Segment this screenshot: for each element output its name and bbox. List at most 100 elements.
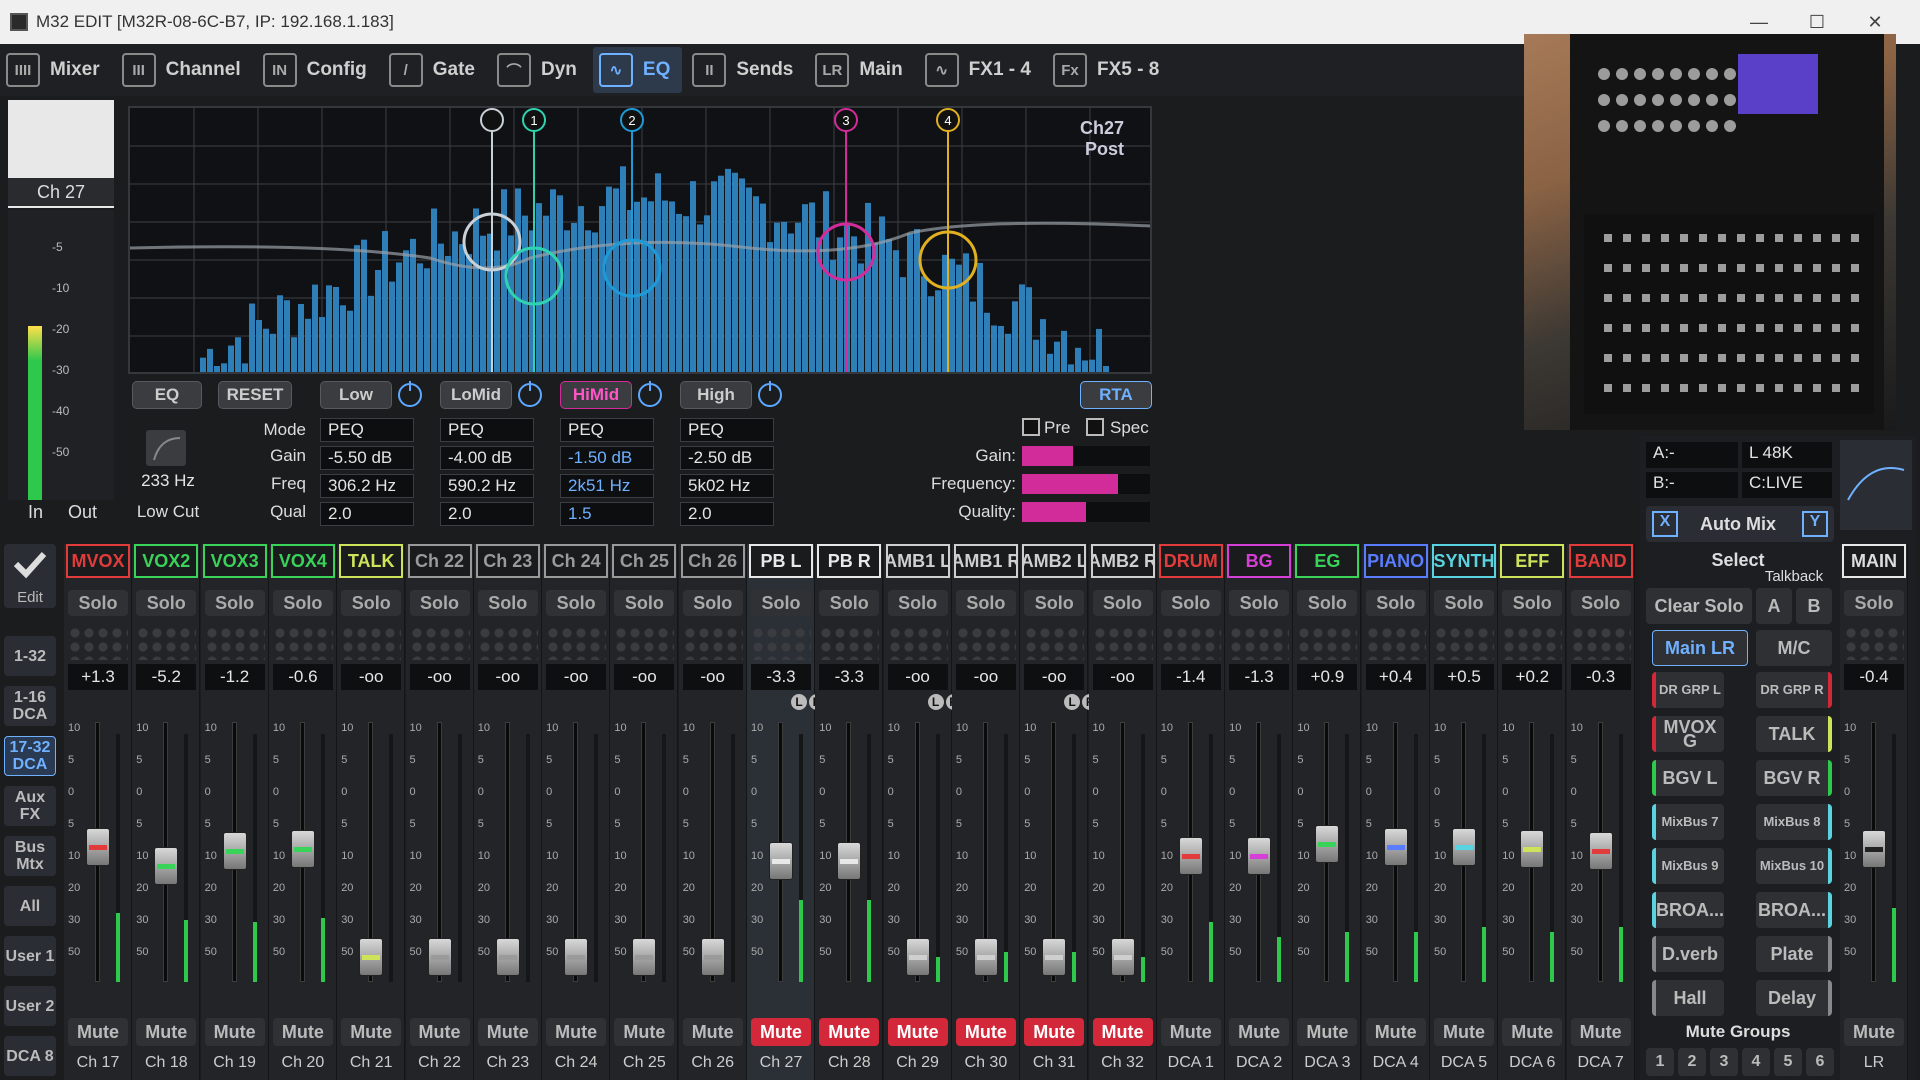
- solo-button[interactable]: Solo: [1160, 590, 1221, 616]
- pre-checkbox[interactable]: [1022, 418, 1040, 436]
- solo-button[interactable]: Solo: [136, 590, 197, 616]
- mute-group-3-button[interactable]: 3: [1710, 1048, 1738, 1076]
- mute-button[interactable]: Mute: [682, 1018, 743, 1046]
- main-name[interactable]: MAIN: [1842, 544, 1906, 578]
- tab-fx5-8[interactable]: Fx FX5 - 8: [1047, 47, 1171, 93]
- bank-aux-fx-button[interactable]: Aux FX: [4, 786, 56, 826]
- tab-sends[interactable]: II Sends: [686, 47, 805, 93]
- bank-17-32-dca-button[interactable]: 17-32 DCA: [4, 736, 56, 776]
- band-lomid-button[interactable]: LoMid: [440, 381, 512, 409]
- band-freq-field[interactable]: 2k51 Hz: [560, 474, 654, 498]
- bank-user-1-button[interactable]: User 1: [4, 936, 56, 976]
- band-power-icon[interactable]: [398, 381, 422, 407]
- mute-button[interactable]: Mute: [1365, 1018, 1426, 1046]
- fader-knob[interactable]: [427, 938, 452, 976]
- fader-knob[interactable]: [973, 938, 998, 976]
- select-talk-button[interactable]: TALK: [1756, 716, 1832, 752]
- strip-name[interactable]: VOX2: [134, 544, 199, 578]
- mute-button[interactable]: Mute: [1092, 1018, 1153, 1046]
- strip-name[interactable]: AMB1 L: [885, 544, 950, 578]
- solo-button[interactable]: Solo: [1297, 590, 1358, 616]
- fader-knob[interactable]: [564, 938, 589, 976]
- strip-name[interactable]: VOX4: [270, 544, 335, 578]
- band-gain-field[interactable]: -5.50 dB: [320, 446, 414, 470]
- low-cut-frequency[interactable]: 233 Hz: [132, 470, 204, 494]
- solo-button[interactable]: Solo: [1502, 590, 1563, 616]
- rta-button[interactable]: RTA: [1080, 381, 1152, 409]
- solo-button[interactable]: Solo: [1229, 590, 1290, 616]
- mute-button[interactable]: Mute: [341, 1018, 402, 1046]
- solo-button[interactable]: Solo: [1365, 590, 1426, 616]
- tab-gate[interactable]: / Gate: [383, 47, 487, 93]
- fader-knob[interactable]: [1247, 837, 1272, 876]
- solo-button[interactable]: Solo: [955, 590, 1016, 616]
- strip-name[interactable]: VOX3: [202, 544, 267, 578]
- strip-name[interactable]: PIANO: [1363, 544, 1428, 578]
- fader-knob[interactable]: [769, 842, 793, 880]
- strip-name[interactable]: AMB2 L: [1022, 544, 1087, 578]
- band-q-field[interactable]: 1.5: [560, 502, 654, 526]
- mute-group-2-button[interactable]: 2: [1678, 1048, 1706, 1076]
- low-cut-toggle[interactable]: [146, 430, 186, 466]
- eq-toggle-button[interactable]: EQ: [132, 381, 202, 409]
- strip-name[interactable]: PB L: [749, 544, 813, 578]
- mute-group-6-button[interactable]: 6: [1806, 1048, 1834, 1076]
- mc-button[interactable]: M/C: [1756, 630, 1832, 666]
- main-mute-button[interactable]: Mute: [1844, 1018, 1904, 1046]
- fader-knob[interactable]: [1042, 938, 1067, 976]
- automix-x-button[interactable]: X: [1652, 511, 1678, 537]
- talkback-a-button[interactable]: A: [1756, 588, 1792, 624]
- bank-bus-mtx-button[interactable]: Bus Mtx: [4, 836, 56, 876]
- tab-eq[interactable]: ∿ EQ: [592, 47, 683, 93]
- edit-button[interactable]: Edit: [4, 544, 56, 608]
- fader-knob[interactable]: [632, 938, 657, 976]
- strip-name[interactable]: EFF: [1500, 544, 1565, 578]
- select-mixbus-10-button[interactable]: MixBus 10: [1756, 848, 1832, 884]
- select-mixbus-7-button[interactable]: MixBus 7: [1652, 804, 1724, 840]
- mute-button[interactable]: Mute: [1160, 1018, 1221, 1046]
- mute-button[interactable]: Mute: [546, 1018, 607, 1046]
- select-bgv-r-button[interactable]: BGV R: [1756, 760, 1832, 796]
- mute-button[interactable]: Mute: [1502, 1018, 1563, 1046]
- mute-button[interactable]: Mute: [1570, 1018, 1631, 1046]
- fader-knob[interactable]: [86, 827, 110, 866]
- bank-user-2-button[interactable]: User 2: [4, 986, 56, 1026]
- tab-config[interactable]: IN Config: [257, 47, 379, 93]
- select-dr-grp-r-button[interactable]: DR GRP R: [1756, 672, 1832, 708]
- solo-button[interactable]: Solo: [1434, 590, 1494, 616]
- band-freq-field[interactable]: 590.2 Hz: [440, 474, 534, 498]
- fader-knob[interactable]: [1315, 825, 1340, 864]
- strip-name[interactable]: AMB1 R: [953, 544, 1018, 578]
- select-mvox-g-button[interactable]: MVOX G: [1652, 716, 1724, 752]
- fader-knob[interactable]: [222, 832, 247, 871]
- fader-knob[interactable]: [1520, 830, 1545, 868]
- band-q-field[interactable]: 2.0: [440, 502, 534, 526]
- mute-button[interactable]: Mute: [1229, 1018, 1290, 1046]
- strip-name[interactable]: EG: [1295, 544, 1360, 578]
- fader-knob[interactable]: [154, 846, 179, 885]
- sel-freq-bar[interactable]: [1022, 474, 1150, 494]
- select-hall-button[interactable]: Hall: [1652, 980, 1724, 1016]
- mute-button[interactable]: Mute: [751, 1018, 811, 1046]
- strip-name[interactable]: SYNTH: [1432, 544, 1496, 578]
- fader-knob[interactable]: [905, 938, 930, 976]
- band-freq-field[interactable]: 306.2 Hz: [320, 474, 414, 498]
- fader-knob[interactable]: [700, 938, 725, 976]
- band-gain-field[interactable]: -1.50 dB: [560, 446, 654, 470]
- fader-knob[interactable]: [359, 938, 384, 976]
- strip-name[interactable]: Ch 23: [475, 544, 540, 578]
- strip-name[interactable]: Ch 25: [612, 544, 677, 578]
- band-q-field[interactable]: 2.0: [320, 502, 414, 526]
- band-mode-select[interactable]: PEQ: [440, 418, 534, 442]
- automix-y-button[interactable]: Y: [1802, 511, 1828, 537]
- tab-fx1-4[interactable]: ∿ FX1 - 4: [919, 47, 1043, 93]
- band-high-button[interactable]: High: [680, 381, 752, 409]
- sel-quality-bar[interactable]: [1022, 502, 1150, 522]
- mute-button[interactable]: Mute: [477, 1018, 538, 1046]
- solo-button[interactable]: Solo: [614, 590, 675, 616]
- bank-1-16-dca-button[interactable]: 1-16 DCA: [4, 686, 56, 726]
- solo-button[interactable]: Solo: [272, 590, 333, 616]
- clear-solo-button[interactable]: Clear Solo: [1646, 588, 1752, 624]
- solo-button[interactable]: Solo: [819, 590, 880, 616]
- select-broa--button[interactable]: BROA...: [1652, 892, 1724, 928]
